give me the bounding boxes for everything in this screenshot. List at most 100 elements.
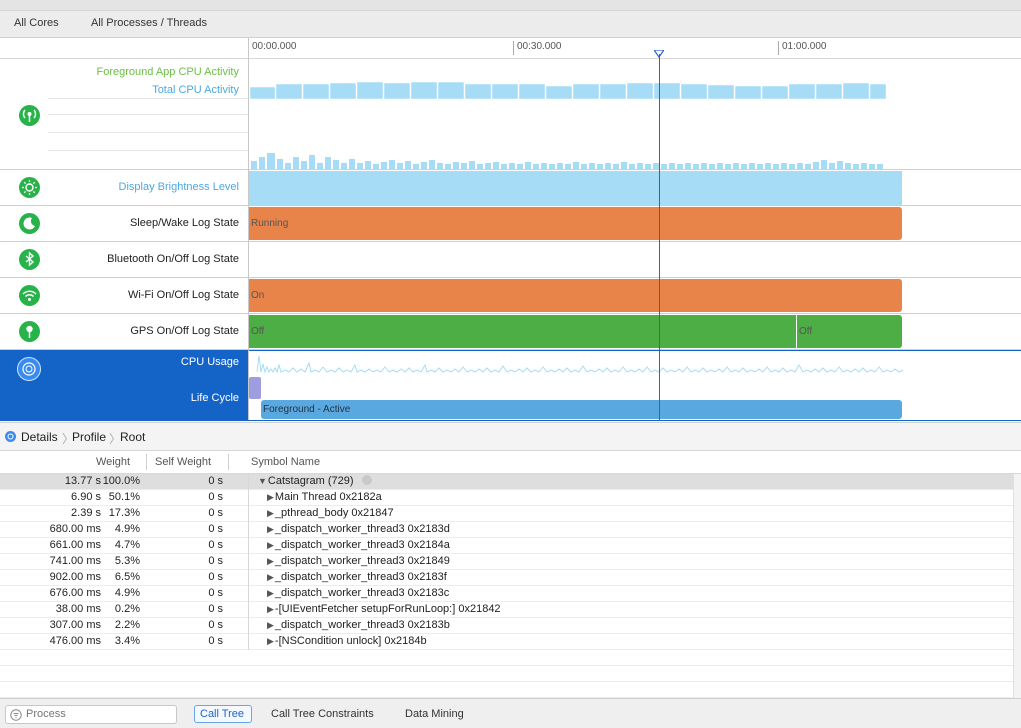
disclosure-collapsed-icon[interactable]: ▶ [267, 588, 274, 598]
wifi-track[interactable]: Wi-Fi On/Off Log State On [0, 278, 1021, 314]
cpu-usage-graph [256, 355, 904, 374]
gps-icon [19, 321, 40, 342]
gps-bar-1[interactable]: Off [249, 315, 796, 348]
symbol-cell: ▶Main Thread 0x2182a [267, 491, 382, 503]
filter-icon [10, 709, 22, 721]
col-self-weight[interactable]: Self Weight [155, 456, 211, 468]
table-row[interactable]: 680.00 ms 4.9% 0 s ▶_dispatch_worker_thread… [0, 522, 1019, 538]
weight-cell: 307.00 ms [49, 619, 101, 631]
disclosure-collapsed-icon[interactable]: ▶ [267, 572, 274, 582]
symbol-cell: ▶_dispatch_worker_thread3 0x21849 [267, 555, 450, 567]
data-mining-button[interactable]: Data Mining [405, 708, 464, 720]
sleep-wake-track[interactable]: Sleep/Wake Log State Running [0, 206, 1021, 242]
gps-bar-2[interactable]: Off [797, 315, 902, 348]
self-weight-cell: 0 s [208, 555, 223, 567]
disclosure-collapsed-icon[interactable]: ▶ [267, 636, 274, 646]
weight-cell: 676.00 ms [49, 587, 101, 599]
symbol-name: _dispatch_worker_thread3 0x21849 [274, 555, 450, 567]
bluetooth-track[interactable]: Bluetooth On/Off Log State [0, 242, 1021, 278]
weight-percent-cell: 3.4% [114, 635, 140, 647]
weight-percent-cell: 4.7% [114, 539, 140, 551]
life-cycle-bar[interactable]: Foreground - Active [261, 400, 902, 419]
weight-percent-cell: 4.9% [114, 523, 140, 535]
weight-percent-cell: 4.9% [114, 587, 140, 599]
self-weight-cell: 0 s [208, 491, 223, 503]
symbol-name: Main Thread 0x2182a [274, 491, 382, 503]
breadcrumb: Details 〉 Profile 〉 Root [0, 422, 1021, 451]
playhead-line[interactable] [659, 54, 660, 420]
brightness-track[interactable]: Display Brightness Level [0, 170, 1021, 206]
table-row[interactable]: 6.90 s 50.1% 0 s ▶Main Thread 0x2182a [0, 490, 1019, 506]
sleep-wake-bar[interactable]: Running [249, 207, 902, 240]
disclosure-collapsed-icon[interactable]: ▶ [267, 620, 274, 630]
all-cores-tab[interactable]: All Cores [14, 17, 59, 29]
symbol-cell: ▶-[NSCondition unlock] 0x2184b [267, 635, 427, 647]
cpu-usage-label: CPU Usage [180, 356, 239, 368]
disclosure-expanded-icon[interactable]: ▼ [258, 476, 267, 486]
network-track[interactable]: Foreground App CPU Activity Total CPU Ac… [0, 59, 1021, 170]
cpu-activity-graph [249, 81, 887, 169]
weight-cell: 13.77 s [64, 475, 101, 487]
symbol-cell: ▶_dispatch_worker_thread3 0x2183b [267, 619, 450, 631]
network-icon [19, 105, 40, 126]
weight-percent-cell: 100.0% [102, 475, 140, 487]
col-symbol-name[interactable]: Symbol Name [251, 456, 320, 468]
foreground-cpu-label: Foreground App CPU Activity [96, 66, 239, 78]
wifi-bar[interactable]: On [249, 279, 902, 312]
process-search-input[interactable] [26, 707, 172, 721]
process-track[interactable]: CPU Usage Life Cycle Foreground - Active [0, 350, 1021, 421]
call-tree-constraints-button[interactable]: Call Tree Constraints [271, 708, 374, 720]
disclosure-collapsed-icon[interactable]: ▶ [267, 604, 274, 614]
disclosure-collapsed-icon[interactable]: ▶ [267, 540, 274, 550]
toolbar-strip [0, 0, 1021, 11]
ruler-tick-60: 01:00.000 [778, 41, 827, 55]
life-cycle-label: Life Cycle [190, 392, 239, 404]
table-row[interactable]: 661.00 ms 4.7% 0 s ▶_dispatch_worker_thread… [0, 538, 1019, 554]
symbol-cell: ▶_dispatch_worker_thread3 0x2183f [267, 571, 447, 583]
disclosure-collapsed-icon[interactable]: ▶ [267, 524, 274, 534]
launch-marker[interactable] [249, 377, 261, 399]
breadcrumb-profile[interactable]: Profile [72, 430, 106, 444]
col-weight[interactable]: Weight [96, 456, 130, 468]
symbol-cell: ▼Catstagram (729) [258, 475, 372, 487]
disclosure-collapsed-icon[interactable]: ▶ [267, 556, 274, 566]
empty-row [0, 682, 1019, 698]
focus-arrow-icon[interactable] [361, 475, 372, 485]
breadcrumb-details[interactable]: Details [21, 430, 58, 444]
table-row[interactable]: 476.00 ms 3.4% 0 s ▶-[NSCondition unlock] 0… [0, 634, 1019, 650]
empty-row [0, 650, 1019, 666]
table-row[interactable]: 676.00 ms 4.9% 0 s ▶_dispatch_worker_thread… [0, 586, 1019, 602]
table-row[interactable]: 2.39 s 17.3% 0 s ▶_pthread_body 0x21847 [0, 506, 1019, 522]
weight-percent-cell: 6.5% [114, 571, 140, 583]
time-ruler[interactable]: 00:00.000 00:30.000 01:00.000 [0, 38, 1021, 59]
call-tree-button[interactable]: Call Tree [194, 705, 252, 723]
breadcrumb-root[interactable]: Root [120, 430, 145, 444]
self-weight-cell: 0 s [208, 619, 223, 631]
symbol-cell: ▶_dispatch_worker_thread3 0x2183c [267, 587, 449, 599]
table-row[interactable]: 38.00 ms 0.2% 0 s ▶-[UIEventFetcher setupFo… [0, 602, 1019, 618]
weight-percent-cell: 50.1% [108, 491, 140, 503]
table-row[interactable]: 13.77 s 100.0% 0 s ▼Catstagram (729) [0, 474, 1019, 490]
vertical-scrollbar[interactable] [1013, 474, 1021, 698]
self-weight-cell: 0 s [208, 475, 223, 487]
process-filter-field[interactable] [5, 705, 177, 724]
symbol-name: _pthread_body 0x21847 [274, 507, 394, 519]
symbol-cell: ▶_dispatch_worker_thread3 0x2183d [267, 523, 450, 535]
wifi-icon [19, 285, 40, 306]
self-weight-cell: 0 s [208, 571, 223, 583]
bluetooth-icon [19, 249, 40, 270]
symbol-cell: ▶-[UIEventFetcher setupForRunLoop:] 0x21… [267, 603, 501, 615]
table-row[interactable]: 741.00 ms 5.3% 0 s ▶_dispatch_worker_thread… [0, 554, 1019, 570]
table-row[interactable]: 902.00 ms 6.5% 0 s ▶_dispatch_worker_thread… [0, 570, 1019, 586]
footer-bar: Call Tree Call Tree Constraints Data Min… [0, 698, 1021, 728]
disclosure-collapsed-icon[interactable]: ▶ [267, 508, 274, 518]
self-weight-cell: 0 s [208, 539, 223, 551]
table-row[interactable]: 307.00 ms 2.2% 0 s ▶_dispatch_worker_thread… [0, 618, 1019, 634]
gps-track[interactable]: GPS On/Off Log State Off Off [0, 314, 1021, 350]
all-processes-tab[interactable]: All Processes / Threads [91, 17, 207, 29]
brightness-bar[interactable] [249, 171, 902, 205]
sleep-icon [19, 213, 40, 234]
symbol-name: -[NSCondition unlock] 0x2184b [274, 635, 427, 647]
disclosure-collapsed-icon[interactable]: ▶ [267, 492, 274, 502]
weight-cell: 902.00 ms [49, 571, 101, 583]
